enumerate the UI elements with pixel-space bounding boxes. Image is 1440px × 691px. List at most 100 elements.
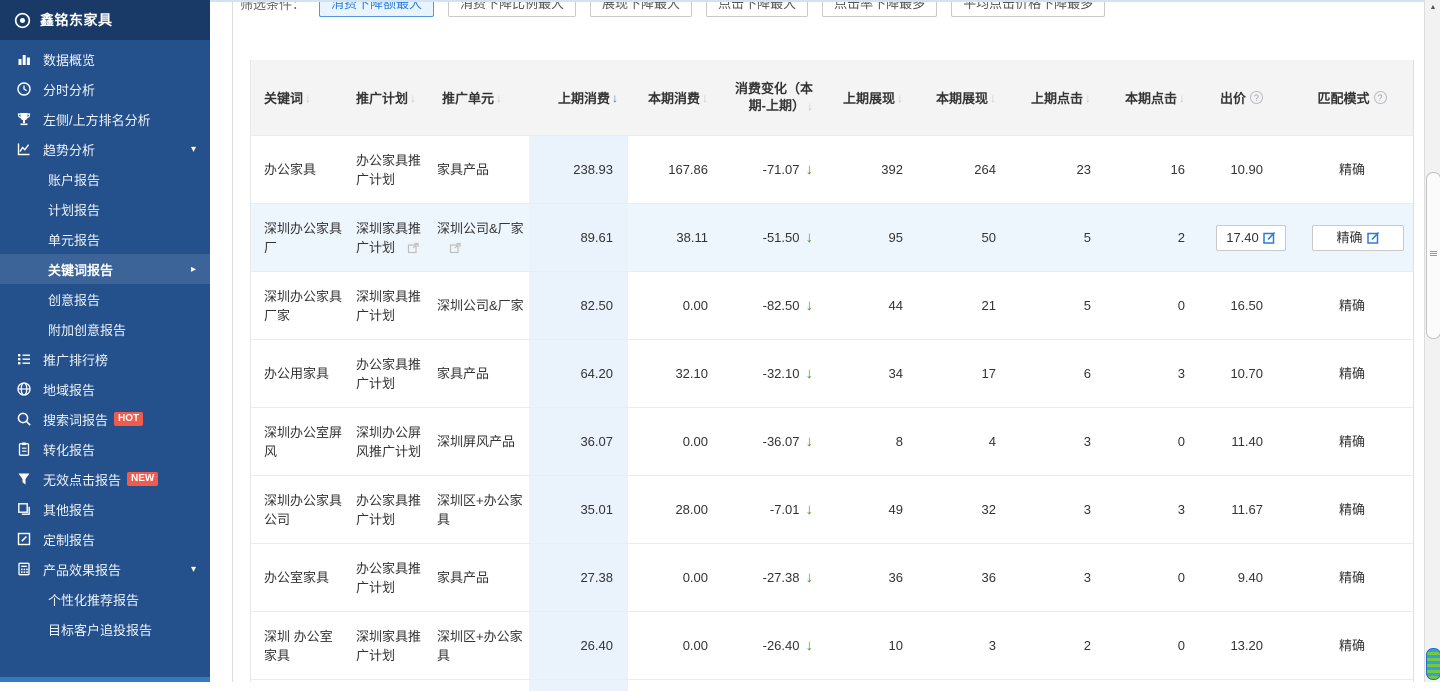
sidebar-item-trend-analysis[interactable]: 趋势分析 ▾ (0, 134, 210, 164)
sort-icon[interactable]: ↓ (496, 91, 502, 105)
filter-button-cost-drop-amount[interactable]: 消费下降额最大 (319, 0, 434, 17)
sidebar-item-account-report[interactable]: 账户报告 (0, 164, 210, 194)
column-header-keyword[interactable]: 关键词↓ (251, 60, 343, 135)
sort-icon-active[interactable]: ↓ (612, 91, 618, 105)
cell-prev-impressions: 8 (823, 408, 913, 475)
open-plan-link-icon[interactable] (407, 242, 419, 254)
sidebar-item-custom-report[interactable]: 定制报告 (0, 524, 210, 554)
account-name: 鑫铭东家具 (40, 10, 113, 30)
sidebar-item-unit-report[interactable]: 单元报告 (0, 224, 210, 254)
column-header-cur-impressions[interactable]: 本期展现↓ (913, 60, 1006, 135)
table-row: 深圳办公家具厂家 深圳家具推广计划 深圳公司&厂家 82.50 0.00 -82… (251, 271, 1413, 339)
cell-match-mode: 精确 (1291, 272, 1413, 339)
cell-cur-clicks: 0 (1101, 612, 1195, 679)
cell-prev-impressions: 44 (823, 272, 913, 339)
column-header-prev-clicks[interactable]: 上期点击↓ (1006, 60, 1101, 135)
column-header-cur-clicks[interactable]: 本期点击↓ (1101, 60, 1195, 135)
decrease-arrow-icon: ↓ (806, 160, 814, 179)
cell-cur-impressions: 50 (913, 204, 1006, 271)
sidebar-item-label: 搜索词报告 (43, 410, 108, 429)
cell-prev-cost: 35.01 (529, 476, 628, 543)
column-header-unit[interactable]: 推广单元↓ (429, 60, 529, 135)
sidebar-item-hourly-analysis[interactable]: 分时分析 (0, 74, 210, 104)
sidebar-item-label: 左侧/上方排名分析 (43, 110, 151, 129)
open-unit-link-icon[interactable] (449, 242, 461, 254)
bar-chart-icon (16, 51, 32, 67)
sidebar-item-label: 定制报告 (43, 530, 95, 549)
decrease-arrow-icon: ↓ (806, 500, 814, 519)
account-logo[interactable]: 鑫铭东家具 (0, 0, 210, 40)
filter-button-click-drop[interactable]: 点击下降最大 (706, 0, 808, 17)
help-icon[interactable]: ? (1250, 91, 1263, 104)
sidebar-item-plan-report[interactable]: 计划报告 (0, 194, 210, 224)
column-header-prev-cost[interactable]: 上期消费↓ (529, 60, 628, 135)
filter-button-ctr-drop[interactable]: 点击率下降最多 (822, 0, 937, 17)
decrease-arrow-icon: ↓ (806, 636, 814, 655)
sidebar-item-creative-report[interactable]: 创意报告 (0, 284, 210, 314)
sidebar-item-rank-analysis[interactable]: 左侧/上方排名分析 (0, 104, 210, 134)
cell-keyword: 深圳 办公室家具 (251, 612, 343, 679)
column-header-plan[interactable]: 推广计划↓ (343, 60, 429, 135)
sort-icon[interactable]: ↓ (702, 91, 708, 105)
cell-prev-clicks: 23 (1006, 136, 1101, 203)
sort-icon[interactable]: ↓ (1085, 91, 1091, 105)
cell-prev-clicks: 3 (1006, 408, 1101, 475)
sidebar-item-region-report[interactable]: 地域报告 (0, 374, 210, 404)
ranking-list-icon (16, 351, 32, 367)
sidebar-item-other-reports[interactable]: 其他报告 (0, 494, 210, 524)
column-header-cost-change[interactable]: 消费变化（本期-上期）↓ (718, 60, 823, 135)
table-row: 深圳办公家具公司 办公家具推广计划 深圳区+办公家具 35.01 28.00 -… (251, 475, 1413, 543)
sidebar-item-search-term-report[interactable]: 搜索词报告 HOT (0, 404, 210, 434)
filter-button-cost-drop-ratio[interactable]: 消费下降比例最大 (448, 0, 576, 17)
sidebar-item-target-customer-retarget-report[interactable]: 目标客户追投报告 (0, 614, 210, 644)
sidebar-item-label: 计划报告 (48, 200, 100, 219)
calculator-icon (16, 561, 32, 577)
sidebar-item-data-overview[interactable]: 数据概览 (0, 44, 210, 74)
sort-icon[interactable]: ↓ (410, 91, 416, 105)
filter-button-impression-drop[interactable]: 展现下降最大 (590, 0, 692, 17)
sort-icon[interactable]: ↓ (305, 91, 311, 105)
cell-cost-change: -82.50↓ (718, 272, 823, 339)
sidebar-item-label: 地域报告 (43, 380, 95, 399)
sort-icon[interactable]: ↓ (1179, 91, 1185, 105)
cell-bid: 10.70 (1195, 340, 1291, 407)
sidebar-item-product-effect-report[interactable]: 产品效果报告 ▾ (0, 554, 210, 584)
match-mode-button[interactable]: 精确 (1312, 225, 1404, 251)
sidebar-item-personalized-recommend-report[interactable]: 个性化推荐报告 (0, 584, 210, 614)
cell-match-mode: 精确 (1291, 136, 1413, 203)
sidebar-item-conversion-report[interactable]: 转化报告 (0, 434, 210, 464)
sidebar-item-keyword-report[interactable]: 关键词报告 ▸ (0, 254, 210, 284)
cell-plan: 办公家具推广计划 (343, 340, 429, 407)
cell-bid: 9.40 (1195, 544, 1291, 611)
cell-match-mode: 精确 (1291, 544, 1413, 611)
cell-cur-clicks: 0 (1101, 544, 1195, 611)
cell-cur-cost: 0.00 (628, 544, 718, 611)
cell-cur-cost: 38.11 (628, 204, 718, 271)
scrollbar-up-arrow[interactable]: ▲ (1425, 2, 1440, 14)
sidebar-item-label: 分时分析 (43, 80, 95, 99)
help-icon[interactable]: ? (1374, 91, 1387, 104)
cell-cur-impressions: 264 (913, 136, 1006, 203)
sort-icon[interactable]: ↓ (897, 91, 903, 105)
scrollbar-thumb[interactable] (1426, 172, 1440, 339)
sort-icon[interactable]: ↓ (807, 99, 813, 113)
scroll-indicator-widget[interactable] (1426, 648, 1440, 680)
bid-input[interactable]: 17.40 (1216, 225, 1286, 251)
sidebar-item-label: 个性化推荐报告 (48, 590, 139, 609)
column-header-match-mode: 匹配模式? (1291, 60, 1413, 135)
sidebar-bottom-strip (0, 677, 210, 682)
table-row: 深圳 办公室家具 深圳家具推广计划 深圳区+办公家具 26.40 0.00 -2… (251, 611, 1413, 679)
column-header-cur-cost[interactable]: 本期消费↓ (628, 60, 718, 135)
sidebar-item-promotion-ranking[interactable]: 推广排行榜 (0, 344, 210, 374)
filter-button-avg-cpc-drop[interactable]: 平均点击价格下降最多 (951, 0, 1105, 17)
column-header-bid: 出价? (1195, 60, 1291, 135)
cell-cost-change: -7.01↓ (718, 476, 823, 543)
cell-unit: 深圳屏风产品 (429, 408, 529, 475)
column-header-prev-impressions[interactable]: 上期展现↓ (823, 60, 913, 135)
sidebar-item-invalid-click-report[interactable]: 无效点击报告 NEW (0, 464, 210, 494)
cell-match-mode: 精确 (1291, 408, 1413, 475)
sort-icon[interactable]: ↓ (990, 91, 996, 105)
cell-plan: 深圳家具推广计划 (343, 272, 429, 339)
sidebar-item-extra-creative-report[interactable]: 附加创意报告 (0, 314, 210, 344)
sidebar-item-label: 推广排行榜 (43, 350, 108, 369)
